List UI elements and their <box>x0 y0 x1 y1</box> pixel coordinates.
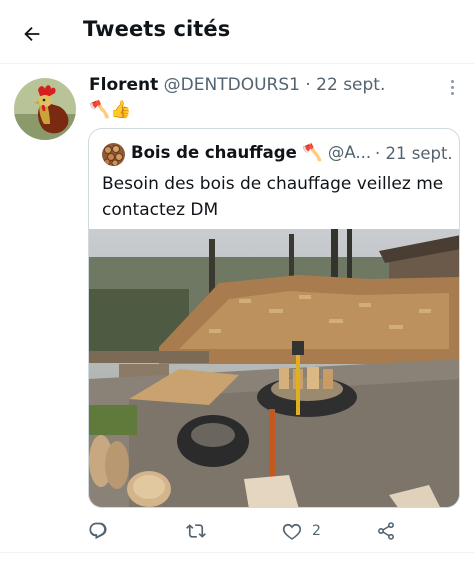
quoted-header: Bois de chauffage 🪓 @A... <box>131 143 371 163</box>
more-icon <box>450 79 454 83</box>
tweet-date[interactable]: 22 sept. <box>316 75 385 95</box>
quoted-tweet[interactable]: Bois de chauffage 🪓 @A... · 21 sept. Bes… <box>88 128 460 508</box>
quoted-avatar[interactable] <box>102 143 125 166</box>
quoted-photo[interactable] <box>89 229 459 507</box>
page-title: Tweets cités <box>83 17 231 41</box>
top-bar: Tweets cités <box>0 0 474 64</box>
like-button[interactable]: 2 <box>282 517 321 545</box>
tweet-actions: 2 <box>88 517 460 545</box>
separator: · <box>375 144 381 163</box>
tweet-text: 🪓👍 <box>89 100 132 120</box>
quoted-author-handle[interactable]: @A... <box>328 143 371 162</box>
reply-icon <box>89 522 107 540</box>
quoted-date[interactable]: 21 sept. <box>386 144 453 163</box>
more-options-button[interactable] <box>442 75 462 99</box>
tweet-header: Florent @DENTDOURS1 · 22 sept. <box>89 75 385 95</box>
tweet[interactable]: Florent @DENTDOURS1 · 22 sept. 🪓👍 Bois d… <box>0 65 474 553</box>
share-button[interactable] <box>376 517 396 545</box>
avatar[interactable] <box>14 78 76 140</box>
author-name[interactable]: Florent <box>89 75 158 95</box>
author-handle[interactable]: @DENTDOURS1 <box>164 75 300 95</box>
quoted-text: Besoin des bois de chauffage veillez me … <box>102 174 444 220</box>
retweet-button[interactable] <box>186 517 206 545</box>
separator: · <box>305 75 311 95</box>
reply-button[interactable] <box>88 517 108 545</box>
axe-emoji: 🪓 <box>302 143 323 162</box>
share-icon <box>378 522 394 540</box>
quoted-author-name[interactable]: Bois de chauffage <box>131 143 297 162</box>
quoted-date-group: · 21 sept. <box>375 144 453 163</box>
retweet-icon <box>186 524 206 538</box>
arrow-left-icon <box>24 26 40 42</box>
like-count: 2 <box>312 523 321 539</box>
back-button[interactable] <box>14 16 50 52</box>
heart-icon <box>282 523 302 540</box>
